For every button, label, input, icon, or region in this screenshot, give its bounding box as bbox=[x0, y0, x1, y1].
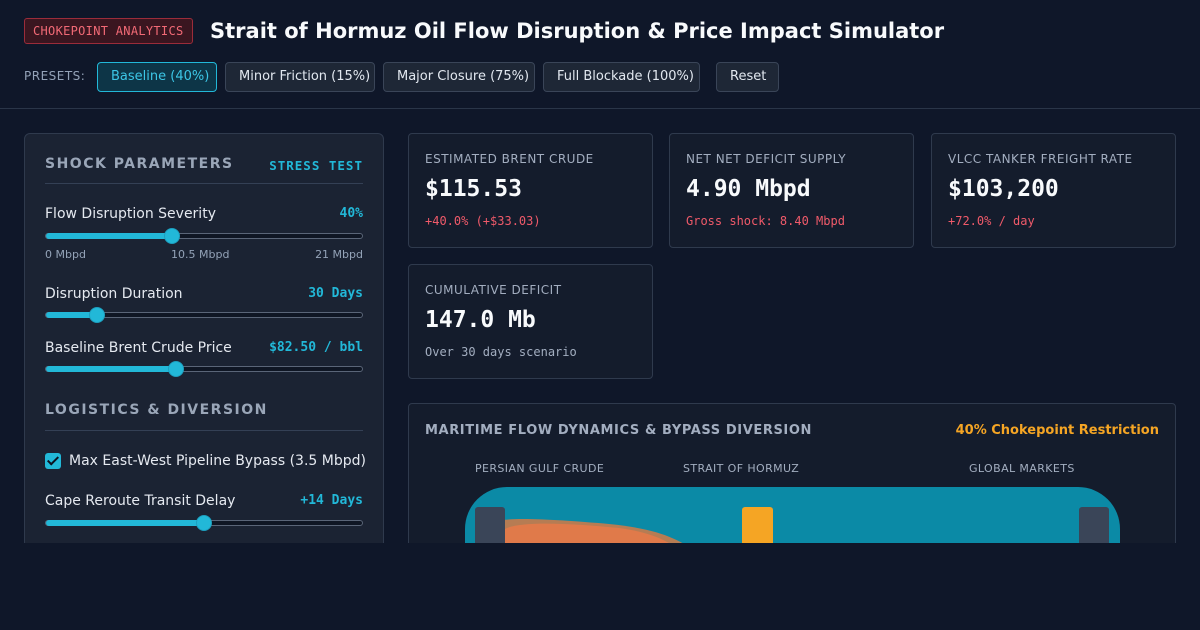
card-value: $115.53 bbox=[425, 176, 522, 202]
card-change: +72.0% / day bbox=[948, 214, 1035, 228]
card-label: VLCC TANKER FREIGHT RATE bbox=[948, 152, 1133, 166]
card-change: Gross shock: 8.40 Mbpd bbox=[686, 214, 845, 228]
severity-scale-max: 21 Mbpd bbox=[315, 248, 363, 261]
reset-button[interactable]: Reset bbox=[716, 62, 779, 92]
page-title: Strait of Hormuz Oil Flow Disruption & P… bbox=[210, 19, 945, 43]
stress-test-tag: STRESS TEST bbox=[269, 158, 363, 173]
severity-label: Flow Disruption Severity bbox=[45, 206, 216, 222]
severity-scale-mid: 10.5 Mbpd bbox=[171, 248, 230, 261]
reroute-value: +14 Days bbox=[300, 493, 363, 508]
reroute-slider[interactable] bbox=[45, 515, 363, 531]
slider-thumb[interactable] bbox=[167, 361, 184, 377]
card-value: $103,200 bbox=[948, 176, 1059, 202]
card-change: +40.0% (+$33.03) bbox=[425, 214, 541, 228]
flow-col-global-markets: GLOBAL MARKETS bbox=[969, 462, 1075, 475]
severity-value: 40% bbox=[339, 206, 363, 221]
slider-fill bbox=[46, 233, 173, 239]
net-deficit-card: NET NET DEFICIT SUPPLY 4.90 Mbpd Gross s… bbox=[669, 133, 914, 248]
preset-major-closure-button[interactable]: Major Closure (75%) bbox=[383, 62, 535, 92]
brent-crude-card: ESTIMATED BRENT CRUDE $115.53 +40.0% (+$… bbox=[408, 133, 653, 248]
slider-fill bbox=[46, 366, 176, 372]
viewport-cutoff bbox=[0, 543, 1200, 630]
card-label: NET NET DEFICIT SUPPLY bbox=[686, 152, 847, 166]
preset-full-blockade-button[interactable]: Full Blockade (100%) bbox=[543, 62, 700, 92]
brent-price-label: Baseline Brent Crude Price bbox=[45, 340, 232, 356]
brand-badge: CHOKEPOINT ANALYTICS bbox=[24, 18, 193, 44]
card-value: 4.90 Mbpd bbox=[686, 176, 811, 202]
presets-label: PRESETS: bbox=[24, 69, 86, 83]
slider-fill bbox=[46, 520, 204, 526]
cumulative-deficit-card: CUMULATIVE DEFICIT 147.0 Mb Over 30 days… bbox=[408, 264, 653, 379]
card-label: ESTIMATED BRENT CRUDE bbox=[425, 152, 594, 166]
brent-price-slider[interactable] bbox=[45, 361, 363, 377]
section-divider bbox=[45, 183, 363, 184]
duration-slider[interactable] bbox=[45, 307, 363, 323]
shock-parameters-panel: SHOCK PARAMETERS STRESS TEST Flow Disrup… bbox=[24, 133, 384, 553]
slider-thumb[interactable] bbox=[196, 515, 212, 531]
flow-col-persian-gulf: PERSIAN GULF CRUDE bbox=[475, 462, 605, 475]
severity-slider[interactable] bbox=[45, 228, 363, 244]
flow-col-hormuz: STRAIT OF HORMUZ bbox=[683, 462, 800, 475]
card-note: Over 30 days scenario bbox=[425, 345, 577, 359]
pipeline-bypass-label[interactable]: Max East-West Pipeline Bypass (3.5 Mbpd) bbox=[69, 453, 366, 469]
card-value: 147.0 Mb bbox=[425, 307, 536, 333]
duration-value: 30 Days bbox=[308, 286, 363, 301]
severity-scale-min: 0 Mbpd bbox=[45, 248, 86, 261]
reroute-label: Cape Reroute Transit Delay bbox=[45, 493, 236, 509]
restriction-tag: 40% Chokepoint Restriction bbox=[955, 423, 1159, 438]
slider-thumb[interactable] bbox=[88, 307, 105, 323]
card-label: CUMULATIVE DEFICIT bbox=[425, 283, 562, 297]
app-header: CHOKEPOINT ANALYTICS Strait of Hormuz Oi… bbox=[0, 0, 1200, 109]
pipeline-bypass-checkbox[interactable] bbox=[45, 453, 61, 469]
flow-panel-title: MARITIME FLOW DYNAMICS & BYPASS DIVERSIO… bbox=[425, 423, 812, 438]
brent-price-value: $82.50 / bbl bbox=[269, 340, 363, 355]
shock-parameters-title: SHOCK PARAMETERS bbox=[45, 156, 234, 172]
logistics-title: LOGISTICS & DIVERSION bbox=[45, 402, 268, 418]
duration-label: Disruption Duration bbox=[45, 286, 183, 302]
slider-thumb[interactable] bbox=[164, 228, 181, 244]
preset-minor-friction-button[interactable]: Minor Friction (15%) bbox=[225, 62, 375, 92]
vlcc-freight-card: VLCC TANKER FREIGHT RATE $103,200 +72.0%… bbox=[931, 133, 1176, 248]
section-divider bbox=[45, 430, 363, 431]
preset-baseline-button[interactable]: Baseline (40%) bbox=[97, 62, 217, 92]
